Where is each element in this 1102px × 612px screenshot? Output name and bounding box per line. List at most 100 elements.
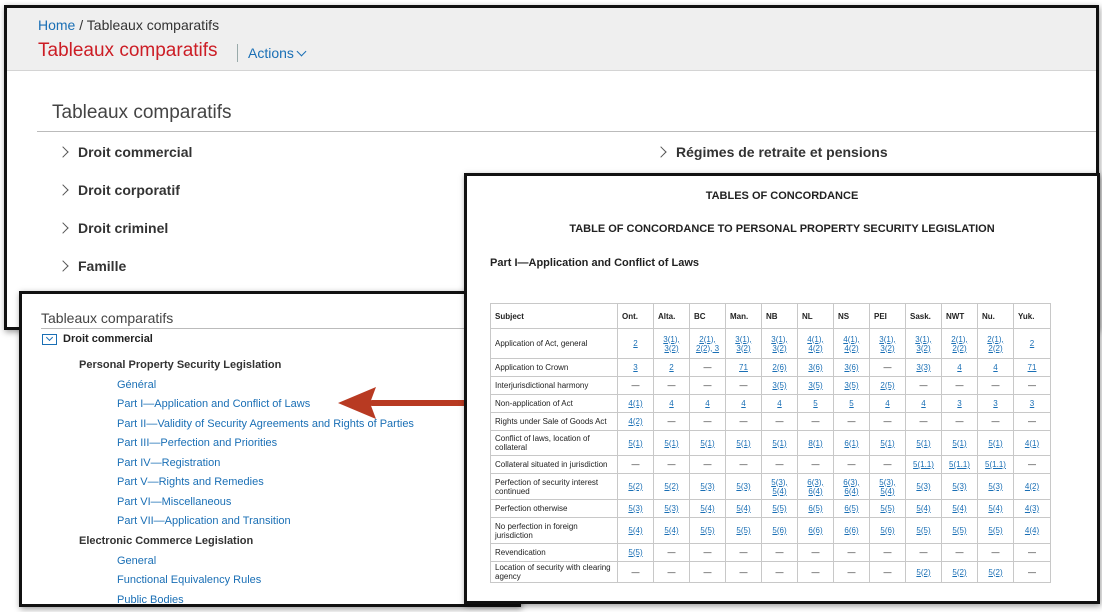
section-ref-link[interactable]: 5(4) [916,504,930,513]
section-ref-link[interactable]: 4(1), 4(2) [843,335,859,353]
section-ref-link[interactable]: 8(1) [808,439,822,448]
section-ref-link[interactable]: 2(1), 2(2), 3 [696,335,719,353]
section-ref-link[interactable]: 4 [885,399,889,408]
section-ref-link[interactable]: 4(3) [1025,504,1039,513]
section-ref-link[interactable]: 5 [813,399,817,408]
section-ref-link[interactable]: 2(1), 2(2) [987,335,1003,353]
section-ref-link[interactable]: 5(2) [628,482,642,491]
section-ref-link[interactable]: 5(4) [664,526,678,535]
tree-link-general[interactable]: Général [117,379,156,391]
section-ref-link[interactable]: 5(1) [628,439,642,448]
tree-link-part-7[interactable]: Part VII—Application and Transition [117,515,291,527]
section-ref-link[interactable]: 5(6) [772,526,786,535]
section-ref-link[interactable]: 5(1) [880,439,894,448]
section-ref-link[interactable]: 3(3) [916,363,930,372]
section-ref-link[interactable]: 5(3), 5(4) [879,478,895,496]
section-ref-link[interactable]: 5(4) [628,526,642,535]
section-ref-link[interactable]: 3(5) [844,381,858,390]
section-ref-link[interactable]: 3(1), 3(2) [663,335,679,353]
tree-link-part-1[interactable]: Part I—Application and Conflict of Laws [117,398,310,410]
section-ref-link[interactable]: 4 [741,399,745,408]
tree-link-public-bodies[interactable]: Public Bodies [117,594,184,604]
section-ref-link[interactable]: 5(5) [988,526,1002,535]
section-ref-link[interactable]: 4 [669,399,673,408]
section-ref-link[interactable]: 5(2) [664,482,678,491]
section-ref-link[interactable]: 3 [957,399,961,408]
section-ref-link[interactable]: 5(3) [628,504,642,513]
category-regimes-retraite[interactable]: Régimes de retraite et pensions [655,144,888,160]
section-ref-link[interactable]: 4(2) [1025,482,1039,491]
section-ref-link[interactable]: 4 [777,399,781,408]
section-ref-link[interactable]: 3(5) [772,381,786,390]
section-ref-link[interactable]: 6(5) [844,504,858,513]
tree-link-part-4[interactable]: Part IV—Registration [117,457,220,469]
tree-link-functional-equivalency[interactable]: Functional Equivalency Rules [117,574,261,586]
expand-toggle-icon[interactable] [42,334,57,345]
section-ref-link[interactable]: 2 [1030,339,1034,348]
section-ref-link[interactable]: 4(1) [628,399,642,408]
tree-root-droit-commercial[interactable]: Droit commercial [63,333,153,345]
section-ref-link[interactable]: 4 [957,363,961,372]
section-ref-link[interactable]: 5(1) [952,439,966,448]
actions-menu-button[interactable]: Actions [248,45,307,61]
section-ref-link[interactable]: 4(2) [628,417,642,426]
tree-link-part-5[interactable]: Part V—Rights and Remedies [117,476,264,488]
section-ref-link[interactable]: 3(1), 3(2) [879,335,895,353]
section-ref-link[interactable]: 71 [1028,363,1037,372]
section-ref-link[interactable]: 5(3) [952,482,966,491]
category-droit-criminel[interactable]: Droit criminel [57,220,168,236]
section-ref-link[interactable]: 5(1) [736,439,750,448]
section-ref-link[interactable]: 5(1.1) [985,460,1006,469]
section-ref-link[interactable]: 71 [739,363,748,372]
section-ref-link[interactable]: 5(5) [916,526,930,535]
section-ref-link[interactable]: 4 [993,363,997,372]
section-ref-link[interactable]: 3(1), 3(2) [771,335,787,353]
breadcrumb-home-link[interactable]: Home [38,17,75,33]
section-ref-link[interactable]: 3(6) [808,363,822,372]
category-famille[interactable]: Famille [57,258,126,274]
section-ref-link[interactable]: 5(1) [916,439,930,448]
section-ref-link[interactable]: 5(6) [880,526,894,535]
section-ref-link[interactable]: 2 [669,363,673,372]
section-ref-link[interactable]: 4 [705,399,709,408]
section-ref-link[interactable]: 5(1.1) [949,460,970,469]
section-ref-link[interactable]: 5(2) [916,568,930,577]
section-ref-link[interactable]: 3(5) [808,381,822,390]
section-ref-link[interactable]: 5 [849,399,853,408]
section-ref-link[interactable]: 4 [921,399,925,408]
section-ref-link[interactable]: 4(1), 4(2) [807,335,823,353]
section-ref-link[interactable]: 3(6) [844,363,858,372]
section-ref-link[interactable]: 5(2) [988,568,1002,577]
section-ref-link[interactable]: 5(5) [772,504,786,513]
section-ref-link[interactable]: 3(1), 3(2) [915,335,931,353]
section-ref-link[interactable]: 5(3) [988,482,1002,491]
category-droit-commercial[interactable]: Droit commercial [57,144,192,160]
section-ref-link[interactable]: 5(4) [700,504,714,513]
section-ref-link[interactable]: 3 [1030,399,1034,408]
section-ref-link[interactable]: 6(3), 6(4) [843,478,859,496]
section-ref-link[interactable]: 5(1) [700,439,714,448]
section-ref-link[interactable]: 5(4) [988,504,1002,513]
section-ref-link[interactable]: 2(6) [772,363,786,372]
tree-link-part-6[interactable]: Part VI—Miscellaneous [117,496,231,508]
section-ref-link[interactable]: 4(4) [1025,526,1039,535]
section-ref-link[interactable]: 3 [633,363,637,372]
tree-link-ec-general[interactable]: General [117,555,156,567]
section-ref-link[interactable]: 5(4) [736,504,750,513]
section-ref-link[interactable]: 6(1) [844,439,858,448]
section-ref-link[interactable]: 2(5) [880,381,894,390]
section-ref-link[interactable]: 5(4) [952,504,966,513]
section-ref-link[interactable]: 4(1) [1025,439,1039,448]
category-droit-corporatif[interactable]: Droit corporatif [57,182,180,198]
section-ref-link[interactable]: 6(5) [808,504,822,513]
section-ref-link[interactable]: 5(3) [736,482,750,491]
tree-group-ppsl[interactable]: Personal Property Security Legislation [79,359,281,371]
section-ref-link[interactable]: 6(6) [808,526,822,535]
tree-group-ecl[interactable]: Electronic Commerce Legislation [79,535,253,547]
section-ref-link[interactable]: 5(3), 5(4) [771,478,787,496]
section-ref-link[interactable]: 5(5) [952,526,966,535]
section-ref-link[interactable]: 5(2) [952,568,966,577]
section-ref-link[interactable]: 5(5) [628,548,642,557]
section-ref-link[interactable]: 5(1) [664,439,678,448]
section-ref-link[interactable]: 5(3) [700,482,714,491]
